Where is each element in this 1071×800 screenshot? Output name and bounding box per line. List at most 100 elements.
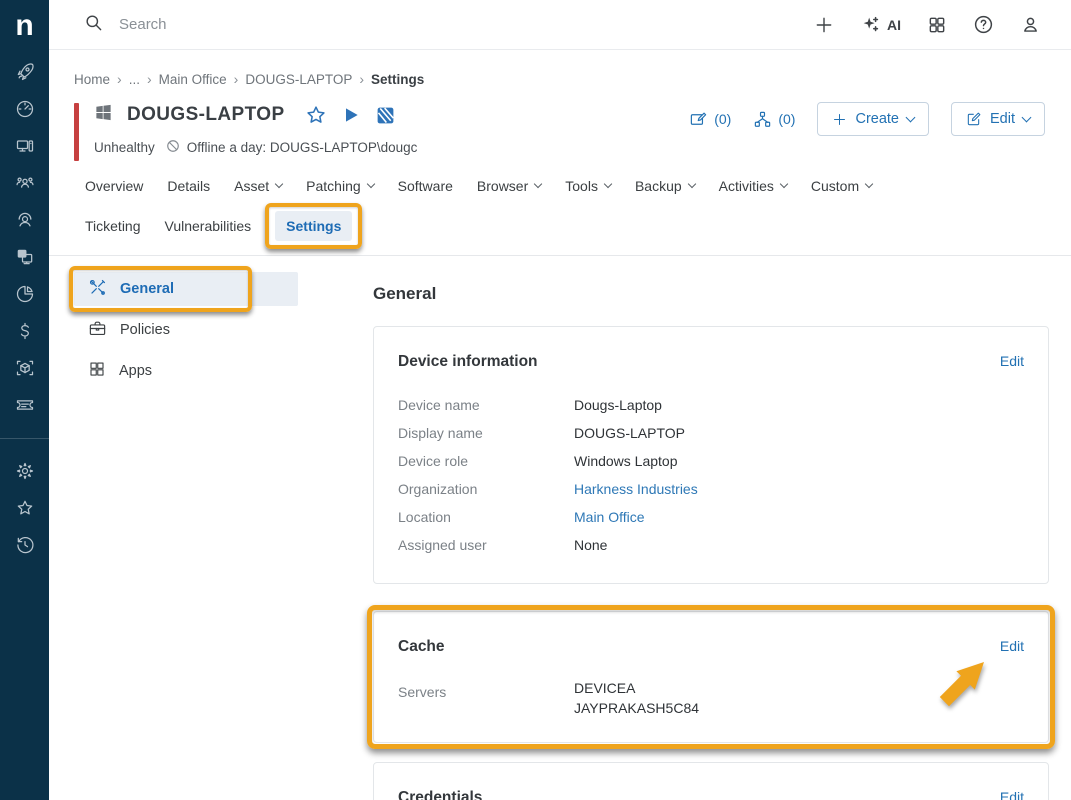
chevron-down-icon — [906, 112, 916, 122]
tab-vulnerabilities[interactable]: Vulnerabilities — [165, 218, 252, 234]
offline-status-text: Offline a day: DOUGS-LAPTOP\dougc — [187, 140, 418, 155]
chevron-down-icon — [275, 180, 283, 188]
topbar: AI — [49, 0, 1071, 50]
billing-dollar-icon[interactable] — [15, 321, 35, 341]
breadcrumb-home[interactable]: Home — [74, 72, 110, 87]
apps-grid-icon[interactable] — [927, 15, 947, 35]
ninjaone-logo[interactable]: n — [0, 0, 49, 52]
administration-gear-icon[interactable] — [15, 461, 35, 481]
breadcrumb-settings: Settings — [371, 72, 424, 87]
offline-icon — [166, 139, 180, 156]
cache-server: JAYPRAKASH5C84 — [574, 698, 699, 718]
tab-asset[interactable]: Asset — [234, 178, 282, 194]
device-title: DOUGS-LAPTOP — [127, 104, 285, 126]
main-area: Home › ... › Main Office › DOUGS-LAPTOP … — [49, 50, 1071, 800]
device-information-card: Device information Edit Device name Doug… — [373, 326, 1049, 584]
tab-browser[interactable]: Browser — [477, 178, 541, 194]
create-button-label: Create — [855, 111, 899, 127]
device-information-edit-link[interactable]: Edit — [1000, 353, 1024, 369]
devices-icon[interactable] — [15, 136, 35, 156]
chevron-down-icon — [534, 180, 542, 188]
cache-card: Cache Edit Servers DEVICEA JAYPRAKASH5C8… — [373, 611, 1049, 743]
subnav-item-general[interactable]: General — [74, 272, 298, 306]
tabs-divider — [49, 255, 1071, 256]
profile-icon[interactable] — [1020, 14, 1041, 35]
tab-activities[interactable]: Activities — [719, 178, 787, 194]
tab-patching[interactable]: Patching — [306, 178, 373, 194]
chevron-down-icon — [687, 180, 695, 188]
card-title: Credentials — [398, 789, 482, 800]
automations-counter[interactable]: (0) — [753, 110, 795, 129]
topbar-actions: AI — [814, 14, 1041, 36]
tab-details[interactable]: Details — [167, 178, 210, 194]
edit-button-label: Edit — [990, 111, 1015, 127]
unhealthy-status-bar — [74, 103, 79, 161]
organization-link[interactable]: Harkness Industries — [574, 475, 698, 503]
tab-custom[interactable]: Custom — [811, 178, 872, 194]
dashboard-gauge-icon[interactable] — [15, 99, 35, 119]
credentials-edit-link[interactable]: Edit — [1000, 789, 1024, 800]
deployment-package-icon[interactable] — [15, 358, 35, 378]
history-icon[interactable] — [15, 535, 35, 555]
search-input[interactable] — [119, 16, 519, 33]
field-device-name: Device name Dougs-Laptop — [398, 391, 1024, 419]
software-inventory-icon[interactable] — [15, 247, 35, 267]
location-link[interactable]: Main Office — [574, 503, 645, 531]
tab-backup[interactable]: Backup — [635, 178, 695, 194]
chevron-down-icon — [865, 180, 873, 188]
notes-counter[interactable]: (0) — [689, 110, 731, 129]
favorites-star-icon[interactable] — [15, 498, 35, 518]
subnav-item-policies[interactable]: Policies — [74, 313, 298, 347]
app-window: n — [0, 0, 1071, 800]
card-title: Cache — [398, 638, 445, 656]
device-header: DOUGS-LAPTOP Unhealthy Offline a day: DO… — [74, 100, 1071, 156]
getting-started-rocket-icon[interactable] — [15, 62, 35, 82]
quick-add-icon[interactable] — [814, 15, 834, 35]
breadcrumb-separator: › — [117, 71, 122, 87]
field-servers: Servers DEVICEA JAYPRAKASH5C84 — [398, 678, 1024, 718]
cache-card-annotated: Cache Edit Servers DEVICEA JAYPRAKASH5C8… — [373, 611, 1049, 743]
cache-edit-link[interactable]: Edit — [1000, 638, 1024, 654]
settings-content: General Device information Edit Device n… — [373, 272, 1049, 800]
remote-support-icon[interactable] — [15, 210, 35, 230]
global-search — [84, 13, 814, 37]
device-tabs-row-2: Ticketing Vulnerabilities Settings — [85, 211, 1071, 241]
end-users-icon[interactable] — [15, 173, 35, 193]
device-tabs-row-1: Overview Details Asset Patching Software… — [85, 178, 1071, 194]
breadcrumb-device[interactable]: DOUGS-LAPTOP — [245, 72, 352, 87]
breadcrumb-ellipsis[interactable]: ... — [129, 72, 140, 87]
breadcrumb-main-office[interactable]: Main Office — [159, 72, 227, 87]
search-icon — [84, 13, 103, 37]
subnav-item-apps[interactable]: Apps — [74, 354, 298, 388]
device-header-actions: (0) (0) Create Edit — [689, 102, 1045, 136]
tab-software[interactable]: Software — [398, 178, 453, 194]
field-display-name: Display name DOUGS-LAPTOP — [398, 419, 1024, 447]
settings-subnav: General Policies Apps — [74, 272, 332, 800]
chevron-down-icon — [1022, 112, 1032, 122]
tab-tools[interactable]: Tools — [565, 178, 611, 194]
subnav-label: Apps — [119, 363, 152, 379]
apps-grid-icon — [88, 360, 106, 382]
windows-logo-icon — [94, 103, 113, 127]
tab-settings[interactable]: Settings — [275, 211, 352, 241]
tab-ticketing[interactable]: Ticketing — [85, 218, 141, 234]
health-label: Unhealthy — [94, 140, 155, 155]
favorite-star-icon[interactable] — [305, 104, 327, 126]
ticketing-icon[interactable] — [15, 395, 35, 415]
sidebar-divider — [0, 438, 49, 439]
run-play-icon[interactable] — [341, 105, 361, 125]
sidebar-nav — [0, 62, 49, 555]
ai-label: AI — [887, 17, 901, 33]
credentials-card: Credentials Edit — [373, 762, 1049, 800]
ai-assistant-icon[interactable]: AI — [860, 14, 901, 36]
help-icon[interactable] — [973, 14, 994, 35]
field-assigned-user: Assigned user None — [398, 531, 1024, 559]
subnav-label: General — [120, 281, 174, 297]
remote-connect-icon[interactable] — [375, 105, 396, 126]
subnav-label: Policies — [120, 322, 170, 338]
tab-overview[interactable]: Overview — [85, 178, 143, 194]
edit-button[interactable]: Edit — [951, 102, 1045, 136]
reports-pie-icon[interactable] — [15, 284, 35, 304]
create-button[interactable]: Create — [817, 102, 929, 136]
notes-count: (0) — [714, 111, 731, 127]
